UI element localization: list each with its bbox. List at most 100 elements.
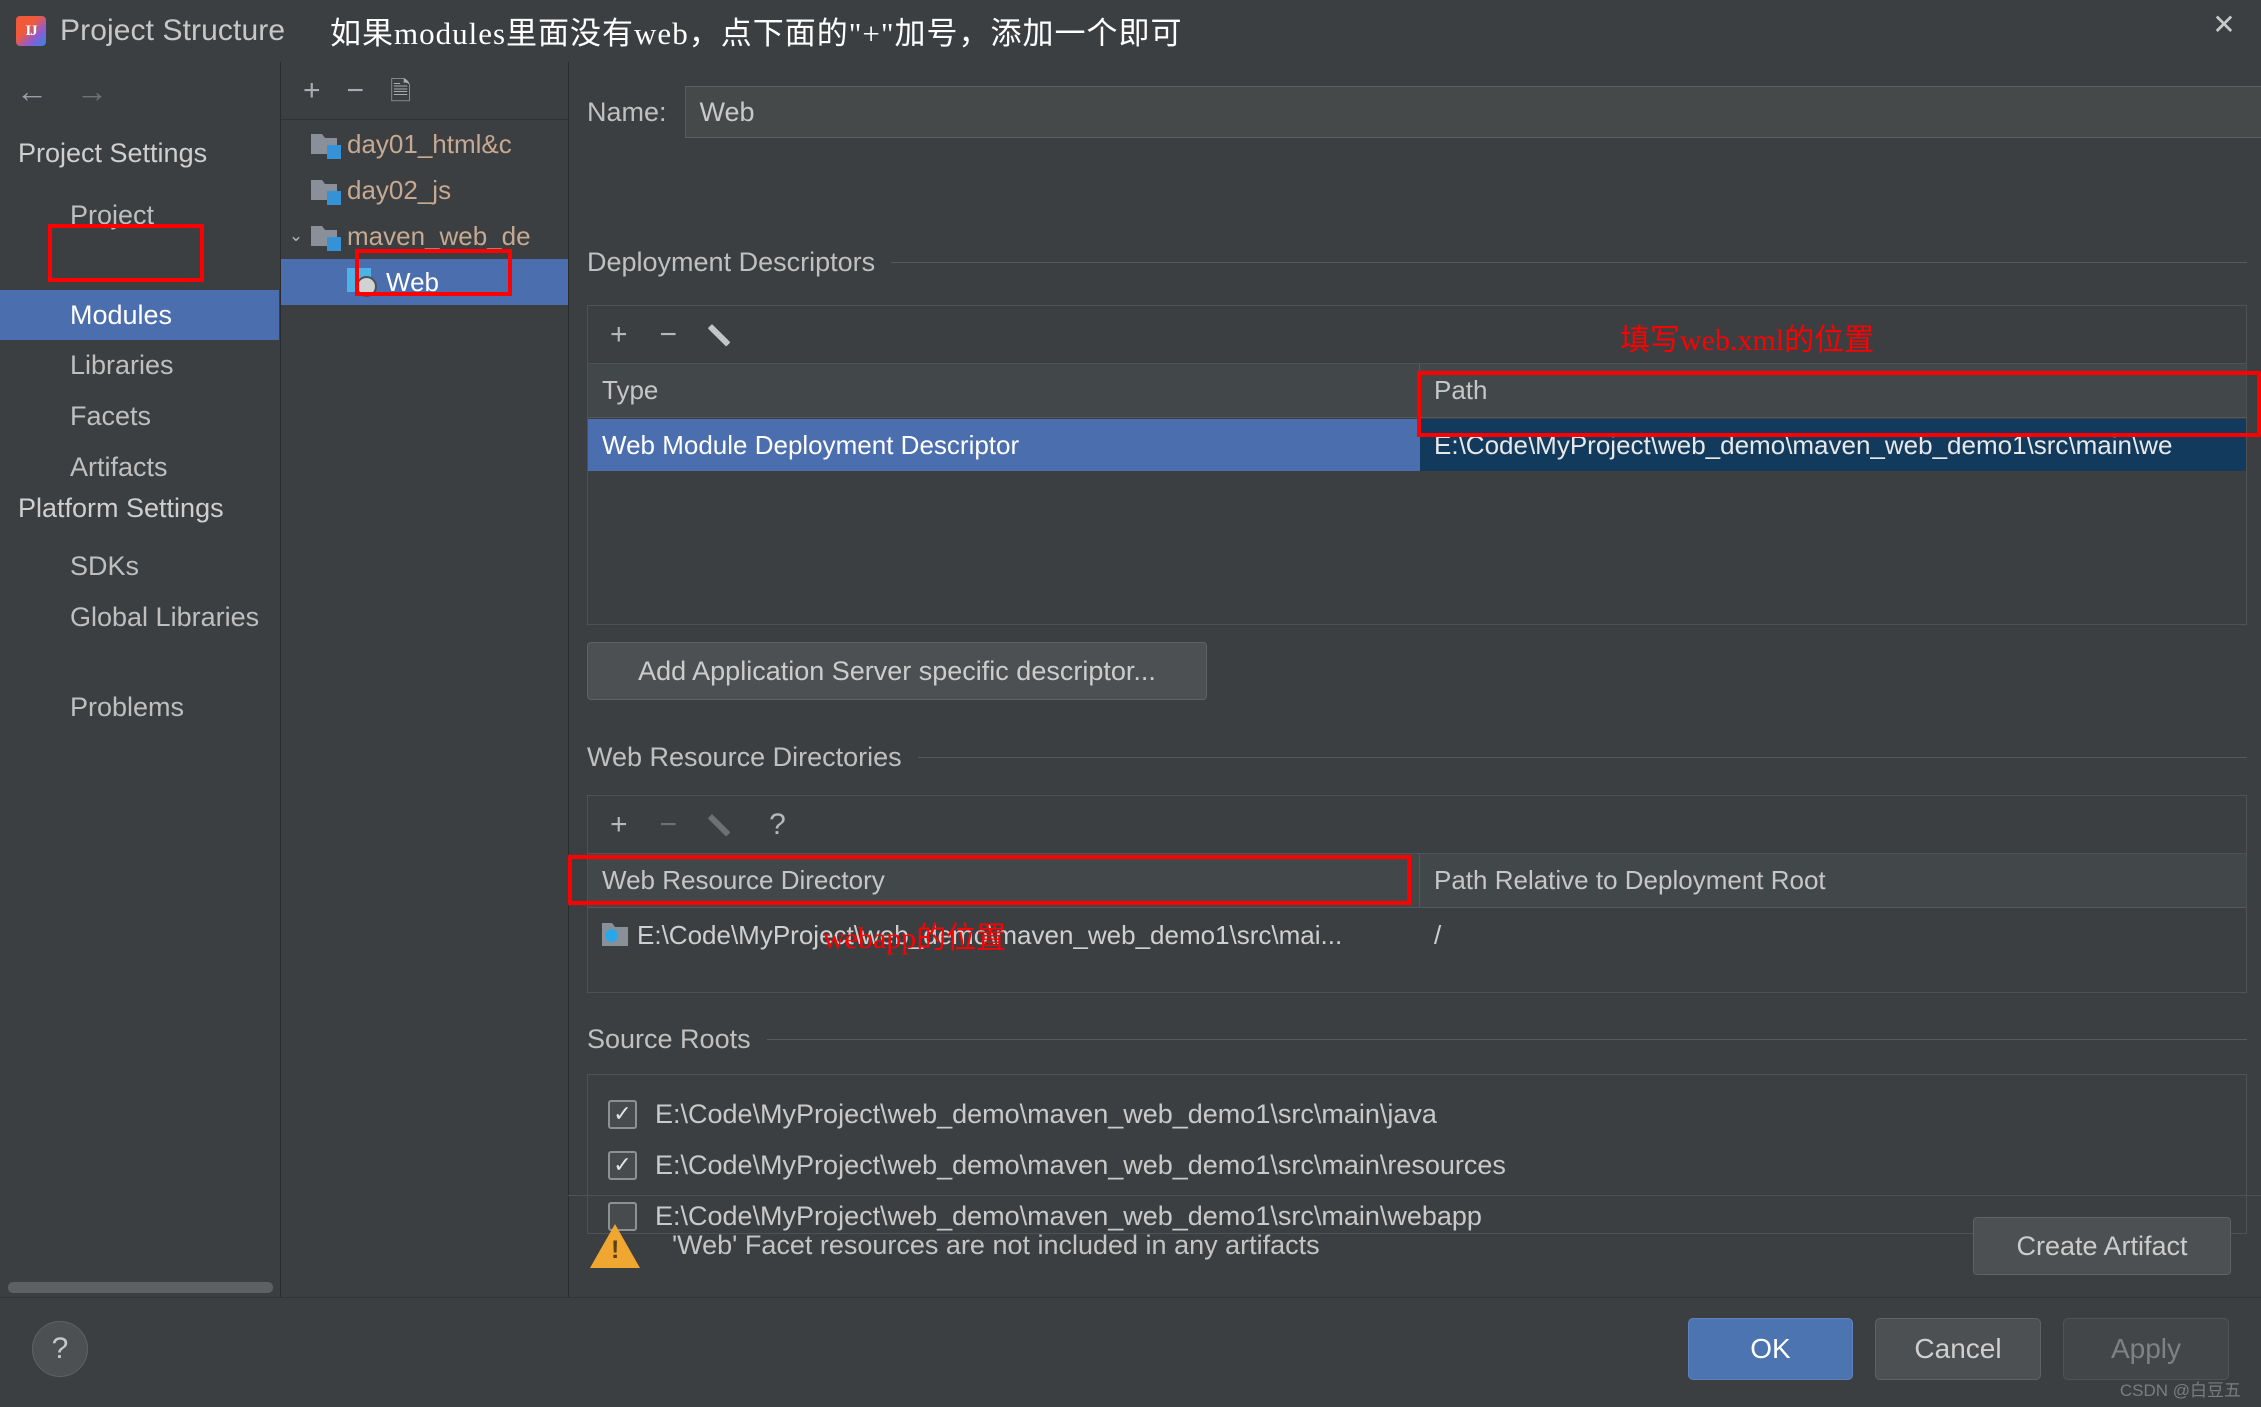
sidebar-item-problems[interactable]: Problems: [0, 682, 279, 732]
add-module-button[interactable]: +: [303, 75, 321, 106]
column-header-web-resource-directory: Web Resource Directory: [588, 853, 1420, 908]
edit-web-resource-icon[interactable]: [709, 811, 737, 839]
web-facet-settings-panel: Name: Web Deployment Descriptors + − Typ…: [568, 62, 2261, 1297]
project-structure-dialog: IJ Project Structure ✕ 如果modules里面没有web，…: [0, 0, 2261, 1407]
warning-bar: ! 'Web' Facet resources are not included…: [568, 1195, 2261, 1295]
watermark: CSDN @白豆五: [2119, 1381, 2241, 1400]
web-resource-directories-section-header: Web Resource Directories: [587, 742, 2247, 773]
remove-descriptor-button[interactable]: −: [660, 319, 678, 350]
module-folder-icon: [311, 225, 341, 251]
intellij-idea-icon: IJ: [16, 16, 46, 46]
deployment-toolbar: + −: [588, 306, 2246, 364]
section-divider: [766, 1039, 2247, 1040]
edit-descriptor-icon[interactable]: [709, 321, 737, 349]
tree-expander[interactable]: ⌄: [281, 226, 311, 246]
section-divider: [891, 262, 2247, 263]
sidebar-group-platform-settings: Platform Settings: [0, 493, 224, 524]
source-root-path: E:\Code\MyProject\web_demo\maven_web_dem…: [655, 1098, 1437, 1129]
web-facet-icon: [347, 268, 377, 297]
sidebar-item-label: Libraries: [70, 349, 174, 380]
tree-row[interactable]: day02_js: [281, 167, 568, 213]
section-title: Web Resource Directories: [587, 742, 902, 772]
sidebar-item-label: SDKs: [70, 550, 140, 581]
deployment-descriptors-section-header: Deployment Descriptors: [587, 247, 2247, 278]
close-icon[interactable]: ✕: [2205, 8, 2243, 42]
sidebar-item-facets[interactable]: Facets: [0, 391, 279, 441]
column-header-path-relative: Path Relative to Deployment Root: [1434, 865, 1826, 895]
sidebar-item-label: Artifacts: [70, 451, 168, 482]
add-web-resource-button[interactable]: +: [610, 809, 628, 840]
module-folder-icon: [311, 179, 341, 205]
section-title: Source Roots: [587, 1024, 751, 1054]
add-app-server-descriptor-button[interactable]: Add Application Server specific descript…: [587, 642, 1207, 700]
remove-module-button[interactable]: −: [347, 75, 365, 106]
sidebar-item-label: Problems: [70, 691, 185, 722]
column-header-type: Type: [588, 363, 1420, 418]
back-arrow-icon[interactable]: ←: [16, 75, 48, 107]
descriptor-type-cell: Web Module Deployment Descriptor: [602, 429, 1020, 460]
sidebar-item-modules[interactable]: Modules: [0, 290, 279, 340]
sidebar-group-label: Platform Settings: [18, 493, 224, 523]
copy-module-icon[interactable]: 🗎: [390, 78, 411, 104]
remove-web-resource-button[interactable]: −: [660, 809, 678, 840]
warning-triangle-icon: !: [590, 1223, 640, 1268]
descriptor-path-cell[interactable]: E:\Code\MyProject\web_demo\maven_web_dem…: [1420, 419, 2246, 471]
sidebar-item-label: Modules: [70, 299, 173, 330]
window-title: Project Structure: [60, 14, 286, 47]
create-artifact-button[interactable]: Create Artifact: [1973, 1217, 2231, 1275]
web-resource-directories-box: + − ? Web Resource Directory Path Relati…: [587, 795, 2247, 993]
facet-name-row: Name: Web: [569, 82, 2261, 142]
help-button[interactable]: ?: [32, 1321, 88, 1377]
source-root-checkbox[interactable]: ✓: [608, 1099, 637, 1129]
sidebar-item-label: Facets: [70, 400, 152, 431]
sidebar-item-project[interactable]: Project: [0, 190, 279, 240]
tree-row-label: Web: [386, 266, 439, 297]
source-roots-section-header: Source Roots: [587, 1024, 2247, 1055]
dialog-footer: ? OK Cancel Apply CSDN @白豆五: [0, 1297, 2261, 1407]
web-resource-relative-path-cell[interactable]: /: [1420, 909, 2246, 961]
settings-sidebar: ← → Project Settings Project Modules Lib…: [0, 62, 279, 1297]
directory-icon: [602, 923, 628, 947]
cancel-button[interactable]: Cancel: [1875, 1318, 2041, 1380]
add-descriptor-button[interactable]: +: [610, 319, 628, 350]
sidebar-item-libraries[interactable]: Libraries: [0, 340, 279, 390]
sidebar-group-label: Project Settings: [18, 138, 208, 168]
sidebar-item-label: Project: [70, 199, 155, 230]
section-divider: [917, 757, 2247, 758]
web-resource-help-icon[interactable]: ?: [769, 809, 786, 840]
modules-tree-toolbar: + − 🗎: [281, 62, 568, 120]
tree-row[interactable]: day01_html&c: [281, 121, 568, 167]
facet-name-input[interactable]: Web: [684, 86, 2261, 138]
sidebar-item-artifacts[interactable]: Artifacts: [0, 442, 279, 492]
source-root-path: E:\Code\MyProject\web_demo\maven_web_dem…: [655, 1149, 1506, 1180]
tree-row-web-facet[interactable]: Web: [281, 259, 568, 305]
tree-row[interactable]: ⌄ maven_web_de: [281, 213, 568, 259]
facet-name-label: Name:: [587, 96, 667, 127]
section-title: Deployment Descriptors: [587, 247, 876, 277]
ok-button[interactable]: OK: [1688, 1318, 1853, 1380]
web-resources-table-header: Web Resource Directory Path Relative to …: [588, 853, 2246, 908]
deployment-table-header: Type Path: [588, 363, 2246, 418]
table-row[interactable]: Web Module Deployment Descriptor E:\Code…: [588, 419, 2246, 471]
source-root-checkbox[interactable]: ✓: [608, 1150, 637, 1180]
tree-row-label: maven_web_de: [347, 220, 531, 251]
nav-arrows: ← →: [0, 62, 279, 120]
source-root-item[interactable]: ✓ E:\Code\MyProject\web_demo\maven_web_d…: [588, 1140, 2246, 1190]
annotation-webapp-note: webapp的位置: [823, 922, 1007, 955]
sidebar-item-sdks[interactable]: SDKs: [0, 541, 279, 591]
tree-row-label: day01_html&c: [347, 128, 512, 159]
modules-tree-panel: + − 🗎 day01_html&c day02_js ⌄ maven_web_…: [280, 62, 568, 1297]
sidebar-item-global-libraries[interactable]: Global Libraries: [0, 592, 279, 642]
sidebar-item-label: Global Libraries: [70, 601, 260, 632]
sidebar-horizontal-scrollbar[interactable]: [8, 1282, 273, 1293]
modules-tree-body: day01_html&c day02_js ⌄ maven_web_de Web: [281, 121, 568, 1297]
annotation-path-note: 填写web.xml的位置: [1620, 324, 1875, 357]
forward-arrow-icon[interactable]: →: [76, 75, 108, 107]
web-resources-toolbar: + − ?: [588, 796, 2246, 854]
apply-button: Apply: [2063, 1318, 2229, 1380]
deployment-descriptors-box: + − Type Path Web Module Deployment Desc…: [587, 305, 2247, 625]
sidebar-group-project-settings: Project Settings: [0, 138, 207, 169]
module-folder-icon: [311, 133, 341, 159]
source-root-item[interactable]: ✓ E:\Code\MyProject\web_demo\maven_web_d…: [588, 1089, 2246, 1139]
annotation-top-note: 如果modules里面没有web，点下面的"+"加号，添加一个即可: [330, 16, 1183, 51]
